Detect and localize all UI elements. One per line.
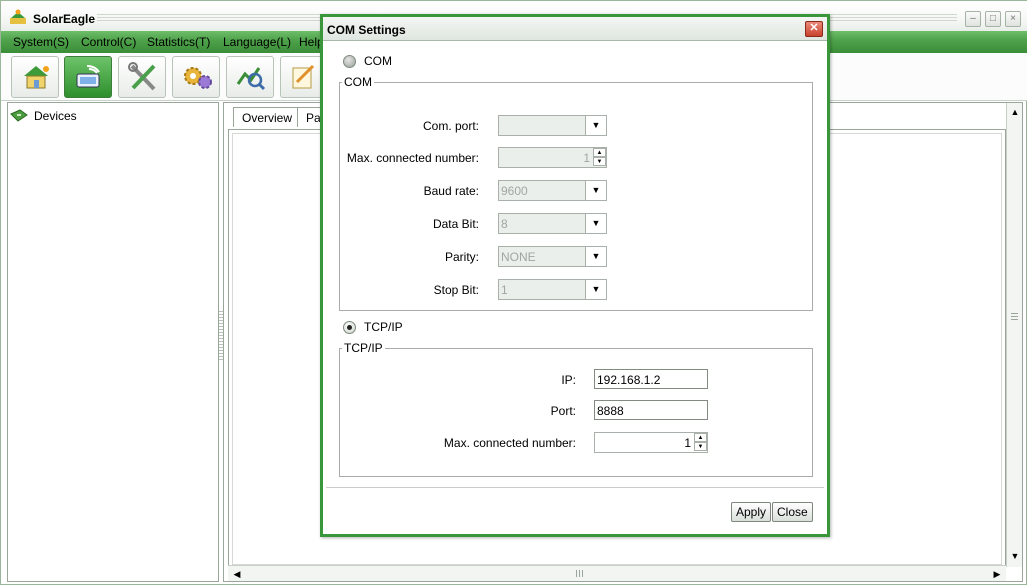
data-bit-select[interactable]: 8 ▼ — [498, 213, 607, 234]
tree-item-label: Devices — [34, 109, 77, 123]
com-max-connected-spinner[interactable]: 1 ▲ ▼ — [498, 147, 607, 168]
title-decoration — [829, 14, 957, 22]
com-radio-label: COM — [364, 54, 392, 68]
com-group-legend: COM — [344, 75, 372, 89]
tcpip-group-legend: TCP/IP — [344, 341, 383, 355]
spin-down-icon[interactable]: ▼ — [593, 157, 606, 166]
port-value: 8888 — [597, 404, 624, 418]
device-chip-icon — [10, 109, 28, 122]
scroll-grip — [1011, 313, 1018, 321]
menu-statistics[interactable]: Statistics(T) — [147, 35, 210, 49]
scroll-up-icon[interactable]: ▲ — [1008, 105, 1022, 119]
spinner-value: 1 — [684, 436, 691, 450]
stop-bit-select[interactable]: 1 ▼ — [498, 279, 607, 300]
baud-rate-select[interactable]: 9600 ▼ — [498, 180, 607, 201]
tcpip-max-connected-spinner[interactable]: 1 ▲ ▼ — [594, 432, 708, 453]
tree-item-devices[interactable]: Devices — [10, 107, 77, 125]
combo-value: 8 — [501, 217, 508, 231]
tcpip-group: TCP/IP — [339, 341, 813, 477]
device-tree-panel: Devices — [7, 102, 219, 582]
device-network-icon — [76, 65, 100, 88]
tab-overview[interactable]: Overview — [233, 107, 302, 127]
chevron-down-icon[interactable]: ▼ — [585, 181, 606, 200]
solareagle-logo-icon — [10, 9, 26, 24]
dialog-footer: Apply Close — [326, 487, 824, 531]
settings-button[interactable] — [172, 56, 220, 98]
menu-system[interactable]: System(S) — [13, 35, 69, 49]
com-radio-row[interactable]: COM — [343, 54, 392, 68]
chevron-down-icon[interactable]: ▼ — [585, 214, 606, 233]
title-decoration — [97, 14, 323, 22]
report-edit-button[interactable] — [280, 56, 322, 98]
scroll-right-icon[interactable]: ▶ — [990, 567, 1004, 581]
data-bit-label: Data Bit: — [432, 217, 479, 231]
tcpip-radio[interactable] — [343, 320, 356, 334]
settings-gears-icon — [184, 67, 212, 89]
tcpip-radio-label: TCP/IP — [364, 320, 403, 334]
combo-value: NONE — [501, 250, 536, 264]
spin-up-icon[interactable]: ▲ — [593, 148, 606, 157]
chart-search-icon — [236, 67, 266, 91]
stop-bit-label: Stop Bit: — [433, 283, 479, 297]
chart-search-button[interactable] — [226, 56, 274, 98]
com-max-connected-label: Max. connected number: — [346, 151, 479, 165]
ip-input[interactable]: 192.168.1.2 — [594, 369, 708, 389]
port-label: Port: — [550, 404, 576, 418]
tools-icon — [128, 62, 156, 91]
chevron-down-icon[interactable]: ▼ — [585, 116, 606, 135]
close-window-button[interactable]: × — [1005, 11, 1021, 27]
dialog-title: COM Settings — [327, 23, 406, 37]
report-edit-icon — [292, 64, 315, 89]
spin-down-icon[interactable]: ▼ — [694, 442, 707, 451]
menu-language[interactable]: Language(L) — [223, 35, 291, 49]
scroll-left-icon[interactable]: ◀ — [230, 567, 244, 581]
minimize-button[interactable]: – — [965, 11, 981, 27]
com-port-label: Com. port: — [422, 119, 479, 133]
com-settings-dialog: COM Settings ✕ COM COM Com. port: ▼ Max.… — [320, 14, 830, 537]
horizontal-scrollbar[interactable]: ◀ ▶ — [228, 565, 1006, 581]
close-icon: ✕ — [809, 22, 819, 34]
dialog-close-button[interactable]: ✕ — [805, 21, 823, 37]
parity-select[interactable]: NONE ▼ — [498, 246, 607, 267]
app-title: SolarEagle — [33, 12, 96, 26]
scroll-down-icon[interactable]: ▼ — [1008, 549, 1022, 563]
ip-label: IP: — [561, 373, 576, 387]
tcpip-max-connected-label: Max. connected number: — [443, 436, 576, 450]
vertical-scrollbar[interactable]: ▲ ▼ — [1006, 103, 1022, 567]
combo-value: 9600 — [501, 184, 528, 198]
maximize-button[interactable]: □ — [985, 11, 1001, 27]
ip-value: 192.168.1.2 — [597, 373, 661, 387]
baud-rate-label: Baud rate: — [423, 184, 479, 198]
home-button[interactable] — [11, 56, 59, 98]
spin-up-icon[interactable]: ▲ — [694, 433, 707, 442]
tools-button[interactable] — [118, 56, 166, 98]
scroll-grip — [576, 570, 584, 577]
combo-value: 1 — [501, 283, 508, 297]
tcpip-radio-row[interactable]: TCP/IP — [343, 320, 403, 334]
port-input[interactable]: 8888 — [594, 400, 708, 420]
menu-control[interactable]: Control(C) — [81, 35, 136, 49]
com-port-select[interactable]: ▼ — [498, 115, 607, 136]
chevron-down-icon[interactable]: ▼ — [585, 247, 606, 266]
dialog-title-bar: COM Settings ✕ — [323, 17, 827, 41]
spinner-value: 1 — [583, 151, 590, 165]
dialog-body: COM COM Com. port: ▼ Max. connected numb… — [326, 42, 824, 497]
parity-label: Parity: — [444, 250, 479, 264]
device-network-button[interactable] — [64, 56, 112, 98]
close-button[interactable]: Close — [772, 502, 813, 522]
chevron-down-icon[interactable]: ▼ — [585, 280, 606, 299]
com-radio[interactable] — [343, 54, 356, 68]
apply-button[interactable]: Apply — [731, 502, 772, 522]
home-icon — [24, 66, 49, 89]
